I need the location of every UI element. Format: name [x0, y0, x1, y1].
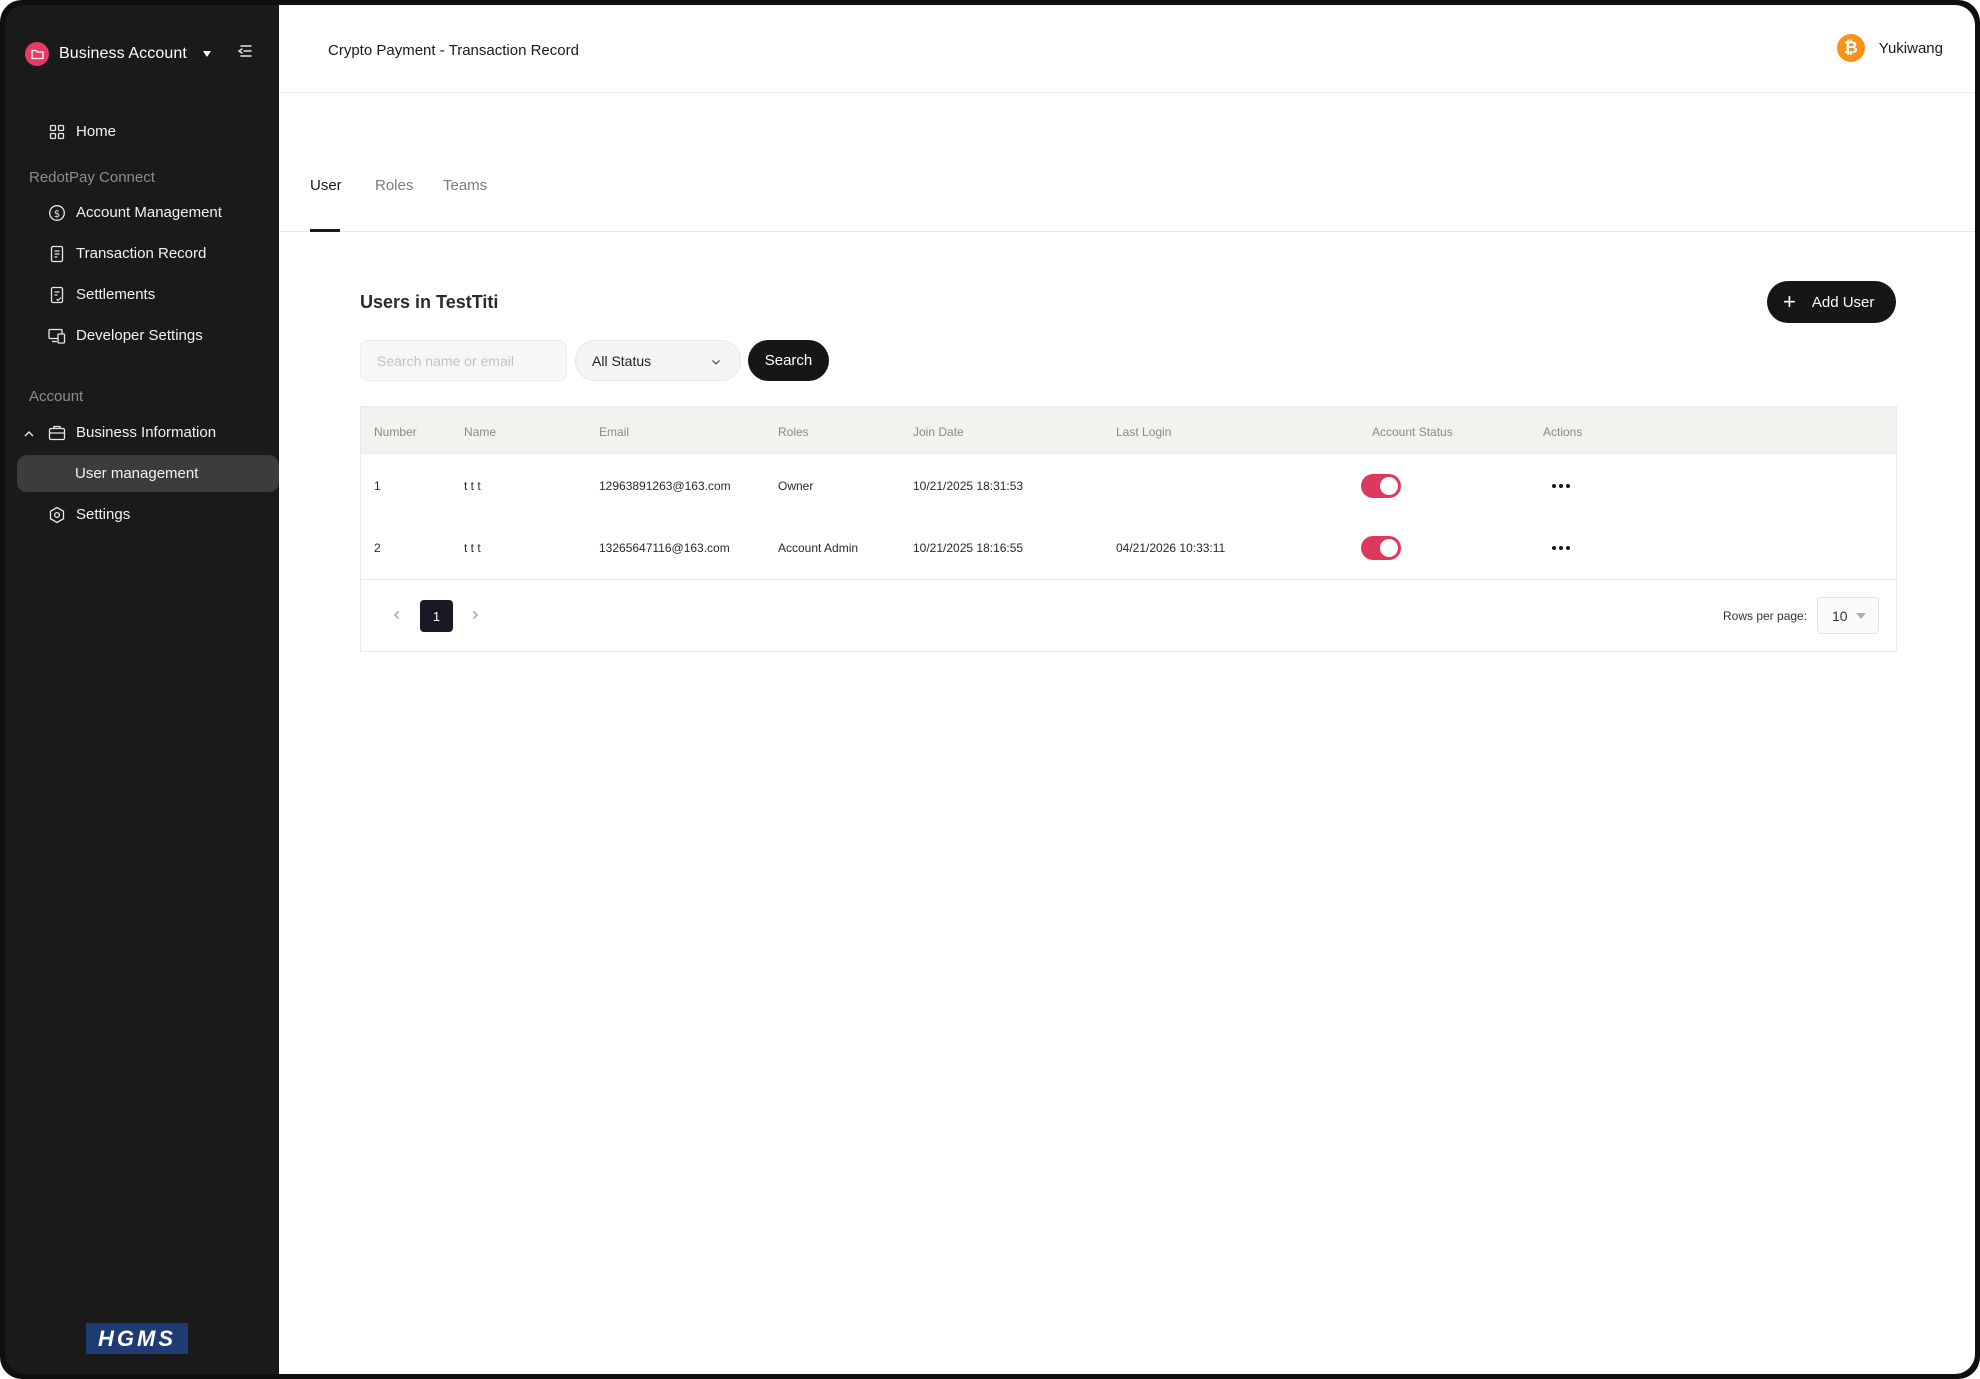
- sidebar: Business Account Home RedotPay Connect $…: [5, 5, 279, 1374]
- search-input[interactable]: [360, 340, 567, 381]
- status-filter-value: All Status: [592, 352, 652, 369]
- sidebar-item-user-management[interactable]: User management: [17, 455, 279, 492]
- sidebar-item-label: Transaction Record: [76, 245, 207, 262]
- hgms-logo: HGMS: [86, 1323, 188, 1354]
- page-title: Crypto Payment - Transaction Record: [328, 42, 579, 59]
- more-actions-icon[interactable]: [1550, 478, 1572, 494]
- sidebar-item-home[interactable]: Home: [17, 113, 277, 150]
- sidebar-item-label: Settlements: [76, 286, 156, 303]
- document-icon: [48, 245, 66, 263]
- section-label-account: Account: [29, 388, 84, 405]
- cell-email: 13265647116@163.com: [599, 541, 730, 555]
- column-header-number: Number: [374, 425, 417, 439]
- checklist-icon: [48, 286, 66, 304]
- tab-teams[interactable]: Teams: [443, 177, 487, 194]
- search-button[interactable]: Search: [748, 340, 829, 381]
- caret-down-icon: [1856, 613, 1866, 619]
- sidebar-item-account-management[interactable]: $ Account Management: [17, 194, 277, 231]
- sidebar-item-label: Settings: [76, 506, 131, 523]
- rows-per-page-label: Rows per page:: [1723, 609, 1808, 623]
- account-switcher[interactable]: Business Account: [25, 36, 211, 72]
- cell-role: Owner: [778, 479, 814, 493]
- caret-down-icon: [202, 51, 211, 57]
- column-header-name: Name: [464, 425, 497, 439]
- sidebar-item-developer-settings[interactable]: Developer Settings: [17, 317, 277, 354]
- sidebar-item-label: Home: [76, 123, 117, 140]
- cell-number: 2: [374, 541, 381, 555]
- cell-name: t t t: [464, 541, 481, 555]
- column-header-join-date: Join Date: [913, 425, 964, 439]
- table-footer: 1 Rows per page: 10: [361, 579, 1896, 651]
- tab-user[interactable]: User: [310, 177, 342, 194]
- sidebar-item-settings[interactable]: Settings: [17, 496, 277, 533]
- tab-roles[interactable]: Roles: [375, 177, 413, 194]
- sidebar-item-transaction-record[interactable]: Transaction Record: [17, 235, 277, 272]
- column-header-last-login: Last Login: [1116, 425, 1172, 439]
- column-header-actions: Actions: [1543, 425, 1583, 439]
- svg-text:HGMS: HGMS: [98, 1326, 176, 1351]
- chevron-right-icon[interactable]: [468, 608, 482, 622]
- devices-icon: [48, 327, 66, 345]
- add-user-button[interactable]: + Add User: [1767, 281, 1896, 323]
- chevron-down-icon: [710, 355, 722, 367]
- users-table: Number Name Email Roles Join Date Last L…: [360, 406, 1897, 652]
- cell-last-login: 04/21/2026 10:33:11: [1116, 541, 1226, 555]
- dollar-circle-icon: $: [48, 204, 66, 222]
- chevron-left-icon[interactable]: [390, 608, 404, 622]
- rows-per-page-select[interactable]: 10: [1817, 597, 1879, 634]
- account-name: Business Account: [59, 45, 187, 62]
- hexagon-settings-icon: [48, 506, 66, 524]
- section-label-connect: RedotPay Connect: [29, 169, 155, 186]
- sidebar-item-business-information[interactable]: Business Information: [17, 414, 277, 451]
- cell-role: Account Admin: [778, 541, 859, 555]
- cell-name: t t t: [464, 479, 481, 493]
- status-filter-select[interactable]: All Status: [575, 340, 741, 381]
- column-header-roles: Roles: [778, 425, 809, 439]
- table-header: Number Name Email Roles Join Date Last L…: [361, 407, 1896, 454]
- table-row: 1 t t t 12963891263@163.com Owner 10/21/…: [361, 455, 1896, 517]
- account-status-toggle[interactable]: [1361, 536, 1401, 560]
- username: Yukiwang: [1878, 39, 1943, 57]
- tab-bar: User Roles Teams: [279, 115, 1975, 232]
- rows-per-page-value: 10: [1832, 607, 1848, 624]
- briefcase-icon: [48, 424, 66, 442]
- menu-collapse-icon[interactable]: [235, 41, 255, 61]
- sidebar-item-label: User management: [75, 465, 199, 482]
- section-title: Users in TestTiti: [360, 292, 499, 312]
- column-header-account-status: Account Status: [1372, 425, 1453, 439]
- sidebar-item-label: Account Management: [76, 204, 222, 221]
- cell-email: 12963891263@163.com: [599, 479, 731, 493]
- add-user-label: Add User: [1811, 293, 1875, 311]
- table-row: 2 t t t 13265647116@163.com Account Admi…: [361, 517, 1896, 579]
- cell-number: 1: [374, 479, 381, 493]
- page-button-current[interactable]: 1: [420, 600, 453, 632]
- column-header-email: Email: [599, 425, 630, 439]
- grid-icon: [48, 123, 66, 141]
- active-tab-indicator: [310, 229, 340, 232]
- sidebar-item-label: Business Information: [76, 424, 217, 441]
- plus-icon: +: [1783, 289, 1796, 314]
- more-actions-icon[interactable]: [1550, 540, 1572, 556]
- main-content: Crypto Payment - Transaction Record ₿ Yu…: [279, 5, 1975, 1374]
- user-menu[interactable]: ₿ Yukiwang: [1836, 34, 1943, 62]
- app-frame: Business Account Home RedotPay Connect $…: [0, 0, 1980, 1379]
- cell-join-date: 10/21/2025 18:31:53: [913, 479, 1024, 493]
- account-status-toggle[interactable]: [1361, 474, 1401, 498]
- cell-join-date: 10/21/2025 18:16:55: [913, 541, 1024, 555]
- top-bar: Crypto Payment - Transaction Record ₿ Yu…: [279, 5, 1975, 93]
- sidebar-item-settlements[interactable]: Settlements: [17, 276, 277, 313]
- bitcoin-icon: ₿: [1836, 34, 1865, 62]
- folder-icon: [25, 42, 49, 66]
- sidebar-item-label: Developer Settings: [76, 327, 203, 344]
- svg-text:$: $: [54, 208, 60, 219]
